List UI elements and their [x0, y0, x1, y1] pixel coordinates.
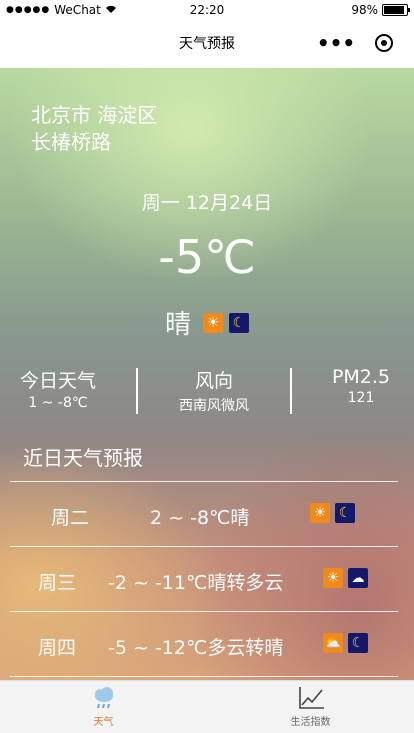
- forecast-detail: 2 ~ -8℃晴: [150, 507, 250, 529]
- current-condition: 晴 ☀ ☾: [0, 304, 414, 341]
- tab-life-index[interactable]: 生活指数: [207, 681, 414, 733]
- condition-text: 晴: [164, 310, 191, 340]
- stat-label: 今日天气: [19, 370, 96, 392]
- close-button[interactable]: [370, 29, 398, 57]
- forecast-icons: ⛅ ☾: [323, 633, 368, 653]
- status-bar: ●●●●● WeChat 22:20 98%: [0, 0, 414, 20]
- current-temperature: -5℃: [158, 230, 256, 284]
- today-stats: 今日天气 1 ~ -8℃ 风向 西南风微风 PM2.5 121: [0, 366, 414, 418]
- moon-icon: ☾: [335, 503, 355, 523]
- forecast-row: 周四 -5 ~ -12℃多云转晴 ⛅ ☾: [0, 612, 414, 676]
- location: 北京市 海淀区 长椿桥路: [31, 102, 157, 156]
- sun-icon: ☀: [310, 503, 330, 523]
- status-right: 98%: [351, 3, 410, 17]
- tab-bar: 天气 生活指数: [0, 680, 414, 733]
- battery-percent: 98%: [351, 3, 378, 17]
- forecast-icons: ☀ ☾: [310, 503, 355, 523]
- current-date: 周一 12月24日: [141, 192, 273, 214]
- stat-value: 西南风微风: [179, 398, 249, 414]
- sun-icon: ☀: [323, 568, 343, 588]
- location-district: 北京市 海淀区: [31, 103, 158, 127]
- stat-label: PM2.5: [331, 366, 391, 388]
- more-button[interactable]: •••: [316, 29, 356, 57]
- forecast-row: 周三 -2 ~ -11℃晴转多云 ☀ ☁: [0, 547, 414, 611]
- forecast-detail: -5 ~ -12℃多云转晴: [108, 637, 284, 659]
- tab-weather[interactable]: 天气: [0, 681, 207, 733]
- stat-value: 121: [347, 390, 375, 406]
- divider: [10, 676, 398, 677]
- stat-pm25: PM2.5 121: [308, 366, 414, 406]
- moon-icon: ☾: [348, 633, 368, 653]
- location-street: 长椿桥路: [31, 130, 111, 154]
- forecast-day: 周二: [51, 507, 90, 529]
- mini-program-capsule: •••: [316, 29, 398, 57]
- stat-label: 风向: [194, 370, 233, 392]
- divider: [290, 368, 292, 414]
- battery-icon: [382, 4, 410, 16]
- navigation-bar: 天气预报 •••: [0, 20, 414, 68]
- moon-icon: ☾: [229, 312, 249, 333]
- more-icon: •••: [316, 31, 356, 55]
- stat-value: 1 ~ -8℃: [28, 395, 88, 411]
- forecast-row: 周二 2 ~ -8℃晴 ☀ ☾: [0, 482, 414, 546]
- stat-today-weather: 今日天气 1 ~ -8℃: [0, 366, 116, 411]
- stat-wind: 风向 西南风微风: [156, 366, 272, 415]
- forecast-day: 周四: [38, 637, 77, 659]
- tab-label: 天气: [93, 717, 114, 728]
- forecast-icons: ☀ ☁: [323, 568, 368, 588]
- forecast-day: 周三: [38, 572, 77, 594]
- weather-main: 北京市 海淀区 长椿桥路 周一 12月24日 -5℃ 晴 ☀ ☾ 今日天气 1 …: [0, 68, 414, 680]
- close-icon: [375, 34, 393, 52]
- forecast-title: 近日天气预报: [23, 446, 143, 470]
- sun-icon: ☀: [203, 312, 223, 333]
- night-cloudy-icon: ☁: [348, 568, 368, 588]
- divider: [136, 368, 138, 414]
- partly-cloudy-icon: ⛅: [323, 633, 343, 653]
- forecast-detail: -2 ~ -11℃晴转多云: [108, 572, 284, 594]
- tab-label: 生活指数: [290, 717, 331, 728]
- weather-rain-icon: [0, 681, 207, 711]
- chart-line-icon: [207, 681, 414, 711]
